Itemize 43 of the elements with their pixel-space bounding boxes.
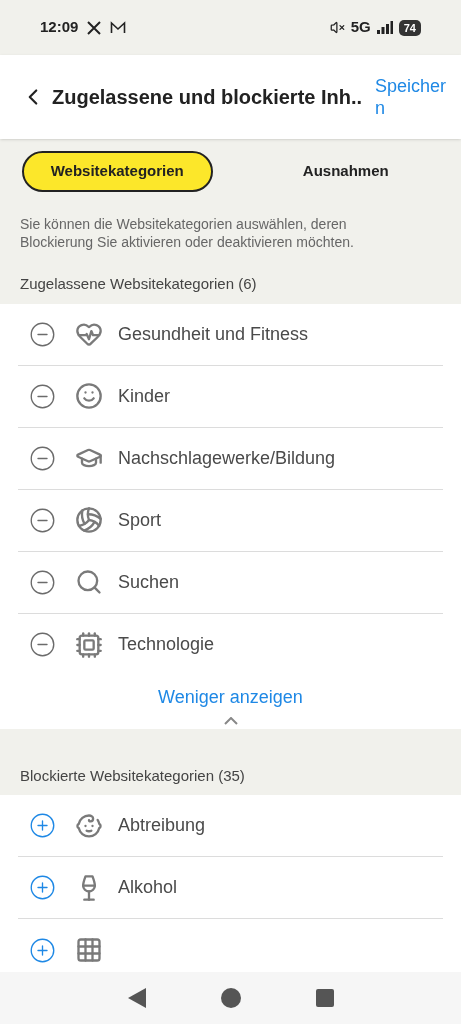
grid-icon xyxy=(75,936,103,964)
remove-button[interactable] xyxy=(28,568,56,596)
category-label: Suchen xyxy=(118,570,180,594)
category-label: Sport xyxy=(118,508,162,532)
remove-button[interactable] xyxy=(28,382,56,410)
add-button[interactable] xyxy=(28,873,56,902)
category-label: Kinder xyxy=(118,384,171,408)
mail-m-icon xyxy=(110,20,127,35)
ball-icon xyxy=(75,506,103,534)
clock-time: 12:09 xyxy=(40,17,79,38)
tab[interactable]: Ausnahmen xyxy=(252,150,439,192)
add-button[interactable] xyxy=(28,936,56,964)
category-label: Alkohol xyxy=(118,876,178,899)
heart-pulse-icon xyxy=(75,320,103,348)
save-button[interactable]: Speichern xyxy=(375,75,453,119)
tab[interactable]: Websitekategorien xyxy=(22,150,213,192)
remove-button[interactable] xyxy=(28,444,56,472)
category-label: Nachschlagewerke/Bildung xyxy=(118,446,336,470)
section-heading: Blockierte Websitekategorien (35) xyxy=(19,765,246,786)
remove-button[interactable] xyxy=(28,320,56,348)
category-label: Technologie xyxy=(118,633,215,656)
description-text: Sie können die Websitekategorien auswählen, deren Blockierung Sie aktivieren oder deaktivieren möchten. xyxy=(19,215,355,251)
remove-button[interactable] xyxy=(28,630,56,659)
show-less-link[interactable]: Weniger anzeigen xyxy=(158,683,303,711)
x-logo-icon xyxy=(86,19,103,36)
smiley-face-icon xyxy=(75,382,103,410)
signal-icon xyxy=(376,21,393,34)
baby-icon xyxy=(75,811,103,840)
chip-icon xyxy=(75,630,103,659)
page-title: Zugelassene und blockierte Inh.. xyxy=(52,85,363,110)
battery-level: 74 xyxy=(398,19,421,36)
category-label: Abtreibung xyxy=(118,814,206,837)
mute-icon xyxy=(329,20,345,35)
chevron-up-icon xyxy=(223,716,238,725)
network-type: 5G xyxy=(350,17,371,38)
category-label: Gesundheit und Fitness xyxy=(118,322,309,346)
search-icon xyxy=(75,568,103,596)
add-button[interactable] xyxy=(28,811,56,840)
back-triangle-icon[interactable] xyxy=(127,988,146,1008)
remove-button[interactable] xyxy=(28,506,56,534)
section-heading: Zugelassene Websitekategorien (6) xyxy=(19,274,258,294)
recents-square-icon[interactable] xyxy=(315,989,334,1007)
home-circle-icon[interactable] xyxy=(220,988,241,1008)
